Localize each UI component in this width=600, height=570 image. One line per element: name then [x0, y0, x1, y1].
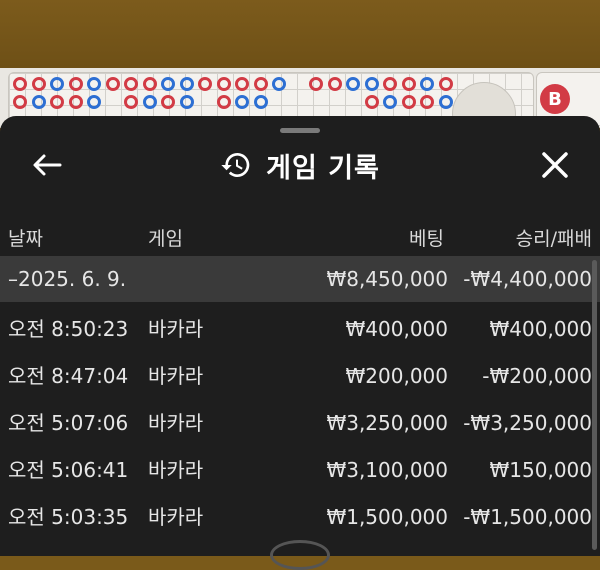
- player-bead: [272, 77, 286, 91]
- player-bead: [253, 95, 268, 109]
- column-header-game: 게임: [148, 228, 183, 250]
- player-bead: [50, 77, 64, 91]
- player-bead: [438, 95, 453, 109]
- row-game: 바카라: [148, 458, 204, 482]
- sheet-header: 게임 기록: [0, 136, 600, 194]
- date-group-label: –2025. 6. 9.: [8, 267, 127, 291]
- player-bead: [31, 95, 46, 109]
- sheet-title-text: 게임 기록: [266, 152, 380, 184]
- row-bet: ₩3,100,000: [326, 458, 448, 482]
- banker-bead: [216, 77, 231, 91]
- row-time: 오전 8:50:23: [8, 317, 129, 341]
- banker-bead: [68, 77, 83, 91]
- row-bet: ₩1,500,000: [326, 505, 448, 529]
- close-icon: [542, 152, 568, 178]
- banker-badge: B: [540, 84, 570, 114]
- row-win-loss: -₩200,000: [482, 364, 592, 388]
- row-game: 바카라: [148, 317, 204, 341]
- banker-bead: [438, 77, 453, 91]
- column-header-date: 날짜: [8, 228, 43, 250]
- row-bet: ₩400,000: [345, 317, 448, 341]
- row-game: 바카라: [148, 411, 204, 435]
- back-button[interactable]: [30, 150, 64, 180]
- sheet-title: 게임 기록: [0, 136, 600, 194]
- column-header-bet: 베팅: [409, 228, 444, 250]
- banker-bead: [198, 77, 212, 91]
- banker-bead: [50, 95, 64, 109]
- banker-bead: [105, 77, 120, 91]
- banker-bead: [31, 77, 46, 91]
- table-row[interactable]: 오전 5:06:41 바카라 ₩3,100,000 ₩150,000: [0, 447, 600, 493]
- bottom-control-arc: [270, 540, 330, 570]
- row-win-loss: ₩150,000: [489, 458, 592, 482]
- banker-bead: [253, 77, 268, 91]
- date-group-win-loss-total: -₩4,400,000: [463, 267, 592, 291]
- banker-bead: [216, 95, 231, 109]
- banker-bead: [327, 77, 342, 91]
- banker-bead: [401, 95, 416, 109]
- table-row[interactable]: 오전 8:50:23 바카라 ₩400,000 ₩400,000: [0, 306, 600, 352]
- player-bead: [179, 77, 194, 91]
- column-header-win-loss: 승리/패배: [515, 228, 592, 250]
- game-top-band: [0, 0, 600, 68]
- row-time: 오전 5:03:35: [8, 505, 129, 529]
- row-bet: ₩200,000: [345, 364, 448, 388]
- close-button[interactable]: [538, 148, 572, 182]
- banker-bead: [13, 77, 27, 91]
- banker-bead: [364, 95, 379, 109]
- banker-bead: [420, 95, 434, 109]
- banker-bead: [309, 77, 323, 91]
- row-win-loss: -₩1,500,000: [463, 505, 592, 529]
- player-bead: [364, 77, 379, 91]
- player-bead: [383, 95, 397, 109]
- player-bead: [420, 77, 434, 91]
- sheet-drag-handle[interactable]: [280, 128, 320, 133]
- table-row[interactable]: 오전 8:47:04 바카라 ₩200,000 -₩200,000: [0, 353, 600, 399]
- banker-bead: [383, 77, 397, 91]
- row-bet: ₩3,250,000: [326, 411, 448, 435]
- history-scrollbar[interactable]: [592, 260, 597, 550]
- player-bead: [346, 77, 360, 91]
- player-bead: [161, 77, 175, 91]
- banker-bead: [235, 77, 249, 91]
- banker-bead: [68, 95, 83, 109]
- row-time: 오전 5:07:06: [8, 411, 129, 435]
- player-bead: [87, 95, 101, 109]
- banker-bead: [124, 95, 138, 109]
- player-bead: [142, 95, 157, 109]
- row-win-loss: ₩400,000: [489, 317, 592, 341]
- row-time: 오전 8:47:04: [8, 364, 129, 388]
- row-win-loss: -₩3,250,000: [463, 411, 592, 435]
- player-bead: [179, 95, 194, 109]
- banker-bead: [142, 77, 157, 91]
- table-row[interactable]: 오전 5:07:06 바카라 ₩3,250,000 -₩3,250,000: [0, 400, 600, 446]
- row-game: 바카라: [148, 505, 204, 529]
- banker-bead: [161, 95, 175, 109]
- row-game: 바카라: [148, 364, 204, 388]
- banker-bead: [124, 77, 138, 91]
- player-bead: [235, 95, 249, 109]
- banker-bead: [13, 95, 27, 109]
- date-group-row[interactable]: –2025. 6. 9. ₩8,450,000 -₩4,400,000: [0, 256, 600, 302]
- history-icon: [221, 153, 250, 177]
- arrow-left-icon: [33, 154, 62, 176]
- game-history-sheet: 게임 기록 날짜 게임 베팅 승리/패배 –2025. 6. 9. ₩8,450…: [0, 116, 600, 556]
- table-row[interactable]: 오전 5:03:35 바카라 ₩1,500,000 -₩1,500,000: [0, 494, 600, 540]
- player-bead: [87, 77, 101, 91]
- date-group-bet-total: ₩8,450,000: [326, 267, 448, 291]
- row-time: 오전 5:06:41: [8, 458, 129, 482]
- banker-bead: [401, 77, 416, 91]
